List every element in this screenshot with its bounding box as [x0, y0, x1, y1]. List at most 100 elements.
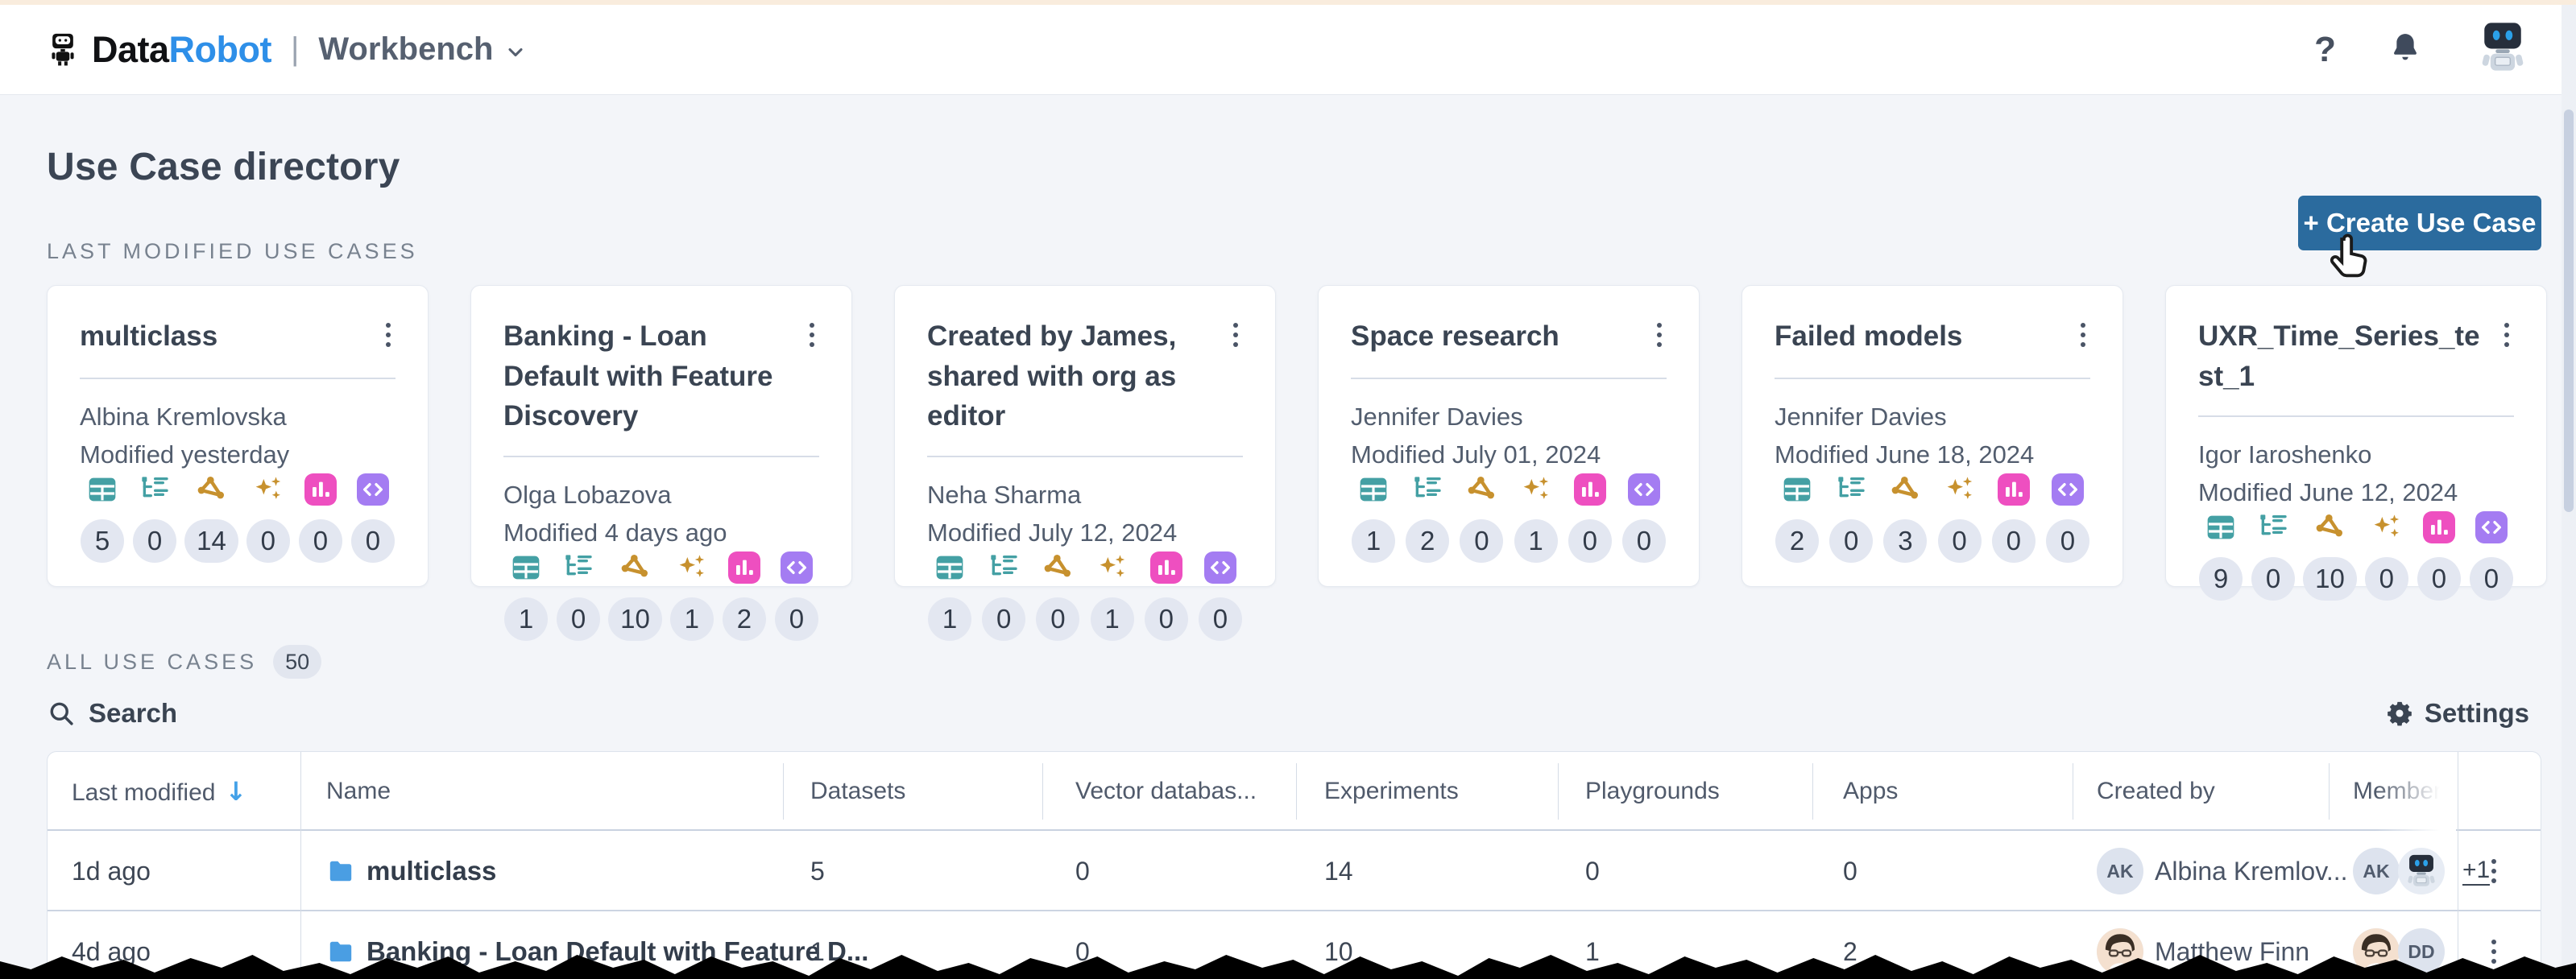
apps-icon	[1150, 551, 1182, 584]
column-header-name[interactable]: Name	[326, 752, 391, 831]
card-asset-stats: 1 0 0 1 0 0	[927, 551, 1243, 642]
table-row[interactable]: 1d ago multiclass 5 0 14 0 0 AK Albina K…	[48, 831, 2541, 911]
apps-icon	[2423, 511, 2455, 543]
notebooks-icon	[2475, 511, 2508, 543]
card-kebab-menu-icon[interactable]	[381, 316, 396, 353]
user-avatar[interactable]	[2475, 19, 2531, 80]
card-author: Igor Iaroshenko	[2198, 440, 2372, 469]
card-kebab-menu-icon[interactable]	[2499, 316, 2514, 353]
brand-wordmark: DataRobot	[92, 28, 272, 70]
use-case-card[interactable]: Banking - Loan Default with Feature Disc…	[470, 285, 852, 642]
use-case-count-badge: 50	[273, 645, 322, 679]
table-header-row: Last modified ↓ Name Datasets Vector data…	[48, 752, 2541, 831]
cell-datasets: 5	[810, 857, 825, 886]
experiments-count: 0	[1460, 519, 1504, 563]
notebooks-icon	[357, 473, 389, 506]
creator-name: Albina Kremlov...	[2155, 856, 2348, 886]
column-header-datasets[interactable]: Datasets	[810, 752, 905, 831]
notebooks-count: 0	[2045, 519, 2089, 563]
datasets-icon	[1357, 473, 1389, 506]
gear-icon	[2386, 700, 2413, 727]
playgrounds-icon	[252, 473, 284, 506]
playgrounds-count: 0	[246, 519, 290, 563]
playgrounds-icon	[2371, 511, 2403, 543]
use-case-card[interactable]: multiclass Albina Kremlovska Modified ye…	[47, 285, 429, 587]
column-header-experiments[interactable]: Experiments	[1324, 752, 1459, 831]
card-divider	[80, 378, 396, 379]
cell-vector-databases: 0	[1075, 857, 1090, 886]
column-header-last-modified[interactable]: Last modified ↓	[72, 752, 246, 831]
apps-count: 0	[1144, 597, 1188, 642]
apps-icon	[728, 551, 760, 584]
scroll-fade	[2375, 752, 2456, 831]
help-button[interactable]: ?	[2314, 30, 2336, 70]
cell-members[interactable]: AK +1	[2353, 831, 2491, 911]
vector-database-count: 0	[557, 597, 601, 642]
apps-count: 0	[2417, 557, 2461, 601]
experiments-icon	[619, 551, 651, 584]
card-kebab-menu-icon[interactable]	[1652, 316, 1667, 353]
card-modified-date: Modified July 01, 2024	[1351, 440, 1601, 469]
apps-count: 0	[298, 519, 342, 563]
use-case-card-title[interactable]: Banking - Loan Default with Feature Disc…	[503, 316, 805, 436]
card-asset-stats: 2 0 3 0 0 0	[1775, 473, 2090, 563]
use-case-card[interactable]: Failed models Jennifer Davies Modified J…	[1741, 285, 2123, 587]
cell-apps: 0	[1843, 857, 1857, 886]
cell-playgrounds: 0	[1585, 857, 1600, 886]
column-header-created-by[interactable]: Created by	[2097, 752, 2215, 831]
search-icon	[47, 699, 76, 728]
last-modified-section-label: LAST MODIFIED USE CASES	[47, 239, 418, 263]
page-scrollbar[interactable]	[2562, 5, 2576, 979]
notifications-bell-icon[interactable]	[2388, 30, 2423, 69]
card-asset-stats: 5 0 14 0 0 0	[80, 473, 396, 563]
use-case-card-title[interactable]: Created by James, shared with org as edi…	[927, 316, 1228, 436]
card-kebab-menu-icon[interactable]	[805, 316, 819, 353]
card-divider	[1351, 378, 1667, 379]
column-header-playgrounds[interactable]: Playgrounds	[1585, 752, 1720, 831]
use-case-card[interactable]: UXR_Time_Series_test_1 Igor Iaroshenko M…	[2165, 285, 2547, 601]
use-case-name-link[interactable]: multiclass	[367, 856, 496, 886]
experiments-icon	[1465, 473, 1497, 506]
column-header-apps[interactable]: Apps	[1843, 752, 1898, 831]
apps-count: 0	[1991, 519, 2036, 563]
playgrounds-icon	[1520, 473, 1552, 506]
use-case-card-title[interactable]: Failed models	[1775, 316, 1975, 358]
use-case-card-title[interactable]: Space research	[1351, 316, 1572, 358]
card-author: Albina Kremlovska	[80, 403, 287, 431]
use-case-card[interactable]: Created by James, shared with org as edi…	[894, 285, 1276, 642]
use-case-card-title[interactable]: multiclass	[80, 316, 230, 358]
notebooks-icon	[2052, 473, 2084, 506]
experiments-icon	[1889, 473, 1921, 506]
row-kebab-menu[interactable]	[2487, 831, 2501, 911]
member-avatar: AK	[2353, 848, 2400, 894]
use-case-card[interactable]: Space research Jennifer Davies Modified …	[1318, 285, 1700, 587]
table-settings-button[interactable]: Settings	[2386, 698, 2529, 729]
card-kebab-menu-icon[interactable]	[2076, 316, 2090, 353]
datasets-count: 1	[928, 597, 971, 642]
brand-separator: |	[291, 31, 300, 67]
card-author: Jennifer Davies	[1775, 403, 1947, 431]
playgrounds-count: 0	[1937, 519, 1982, 563]
cell-last-modified: 1d ago	[72, 857, 151, 886]
card-divider	[1775, 378, 2090, 379]
sort-descending-icon: ↓	[225, 776, 247, 807]
playgrounds-count: 1	[1090, 597, 1134, 642]
search-input[interactable]: Search	[47, 698, 177, 729]
cell-created-by: AK Albina Kremlov...	[2097, 831, 2348, 911]
vector-database-count: 0	[2251, 557, 2296, 601]
datasets-count: 1	[504, 597, 548, 642]
experiments-count: 14	[184, 519, 238, 563]
workbench-switcher[interactable]: Workbench	[318, 31, 527, 68]
datarobot-robot-logo-icon	[45, 31, 81, 69]
scrollbar-thumb[interactable]	[2564, 109, 2574, 512]
cell-name[interactable]: multiclass	[326, 831, 496, 911]
card-kebab-menu-icon[interactable]	[1228, 316, 1243, 353]
datasets-icon	[1781, 473, 1813, 506]
column-header-vector-databases[interactable]: Vector databas...	[1075, 752, 1257, 831]
datarobot-logo[interactable]: DataRobot	[45, 28, 272, 71]
apps-icon	[1574, 473, 1606, 506]
vector-database-count: 0	[1829, 519, 1874, 563]
use-case-card-title[interactable]: UXR_Time_Series_test_1	[2198, 316, 2499, 396]
experiments-count: 0	[1036, 597, 1080, 642]
datasets-count: 5	[81, 519, 124, 563]
